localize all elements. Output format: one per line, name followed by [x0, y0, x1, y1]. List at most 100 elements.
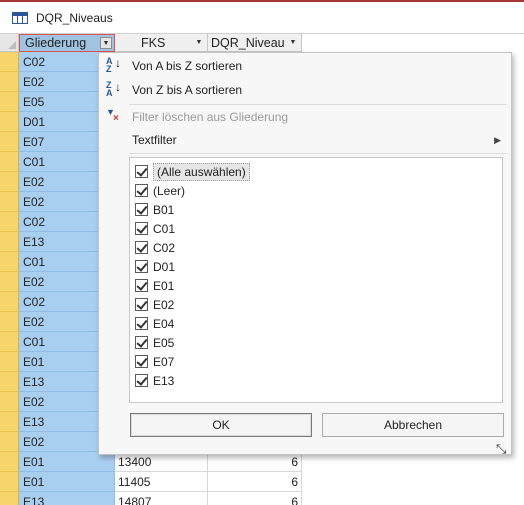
record-selector[interactable] — [0, 372, 19, 392]
column-header-label: FKS — [141, 35, 166, 50]
filter-option-label: E05 — [153, 335, 175, 350]
dropdown-arrow-icon[interactable]: ▼ — [100, 37, 112, 49]
record-selector[interactable] — [0, 472, 19, 492]
record-selector[interactable] — [0, 172, 19, 192]
checkbox[interactable] — [135, 355, 148, 368]
column-header-gliederung[interactable]: Gliederung ▼ — [19, 34, 115, 52]
filter-option-label: E01 — [153, 278, 175, 293]
checkbox[interactable] — [135, 165, 148, 178]
filter-option[interactable]: B01 — [135, 200, 174, 219]
sort-a-to-z-item[interactable]: A Z ↓ Von A bis Z sortieren — [99, 54, 511, 78]
record-selector[interactable] — [0, 152, 19, 172]
cell-dqr-niveau[interactable]: 6 — [208, 472, 302, 492]
ok-button[interactable]: OK — [130, 413, 312, 437]
sort-descending-icon: Z A ↓ — [106, 80, 121, 98]
cell-fks[interactable]: 13400 — [115, 452, 208, 472]
filter-option-label: E07 — [153, 354, 175, 369]
filter-option[interactable]: E05 — [135, 333, 174, 352]
record-selector-column — [0, 34, 19, 505]
filter-option-label: B01 — [153, 202, 175, 217]
record-selector[interactable] — [0, 212, 19, 232]
table-icon — [12, 12, 28, 24]
record-selector[interactable] — [0, 392, 19, 412]
filter-option[interactable]: C01 — [135, 219, 175, 238]
record-selector[interactable] — [0, 492, 19, 505]
menu-separator — [129, 153, 507, 154]
record-selector[interactable] — [0, 132, 19, 152]
chevron-right-icon: ▶ — [494, 134, 501, 145]
menu-item-label: Filter löschen aus Gliederung — [132, 110, 289, 124]
checkbox[interactable] — [135, 260, 148, 273]
menu-item-label: Textfilter — [132, 133, 177, 147]
clear-filter-item: ▼ × Filter löschen aus Gliederung — [99, 105, 511, 129]
filter-option-label: D01 — [153, 259, 176, 274]
filter-option-label: E02 — [153, 297, 175, 312]
record-selector[interactable] — [0, 252, 19, 272]
record-selector[interactable] — [0, 52, 19, 72]
checkbox[interactable] — [135, 184, 148, 197]
cell-gliederung[interactable]: E01 — [19, 452, 115, 472]
checkbox[interactable] — [135, 203, 148, 216]
filter-option[interactable]: C02 — [135, 238, 175, 257]
cell-fks[interactable]: 14807 — [115, 492, 208, 505]
cell-gliederung[interactable]: E13 — [19, 492, 115, 505]
sort-z-to-a-item[interactable]: Z A ↓ Von Z bis A sortieren — [99, 78, 511, 102]
filter-option-label: E04 — [153, 316, 175, 331]
checkbox[interactable] — [135, 241, 148, 254]
filter-dropdown-menu: A Z ↓ Von A bis Z sortieren Z A ↓ Von Z bis … — [98, 52, 512, 455]
cell-fks[interactable]: 11405 — [115, 472, 208, 492]
record-selector[interactable] — [0, 232, 19, 252]
cancel-button[interactable]: Abbrechen — [322, 413, 504, 437]
checkbox[interactable] — [135, 298, 148, 311]
document-tab[interactable]: DQR_Niveaus — [0, 0, 524, 34]
record-selector[interactable] — [0, 112, 19, 132]
text-filter-item[interactable]: Textfilter ▶ — [99, 128, 511, 152]
filter-option-label: C02 — [153, 240, 176, 255]
record-selector[interactable] — [0, 432, 19, 452]
checkbox[interactable] — [135, 374, 148, 387]
column-header-label: DQR_Niveau — [211, 35, 285, 50]
record-selector[interactable] — [0, 72, 19, 92]
record-selector[interactable] — [0, 312, 19, 332]
cell-gliederung[interactable]: E01 — [19, 472, 115, 492]
filter-option[interactable]: E01 — [135, 276, 174, 295]
record-selector[interactable] — [0, 412, 19, 432]
filter-option[interactable]: E13 — [135, 371, 174, 390]
filter-option[interactable]: E02 — [135, 295, 174, 314]
checkbox[interactable] — [135, 222, 148, 235]
cell-dqr-niveau[interactable]: 6 — [208, 492, 302, 505]
record-selector[interactable] — [0, 292, 19, 312]
cell-dqr-niveau[interactable]: 6 — [208, 452, 302, 472]
record-selector[interactable] — [0, 352, 19, 372]
filter-option-label: (Alle auswählen) — [153, 162, 250, 181]
filter-option-label: (Leer) — [153, 183, 186, 198]
checkbox[interactable] — [135, 279, 148, 292]
filter-option[interactable]: E07 — [135, 352, 174, 371]
column-header-label: Gliederung — [25, 36, 87, 50]
filter-option[interactable]: D01 — [135, 257, 175, 276]
record-selector[interactable] — [0, 332, 19, 352]
record-selector[interactable] — [0, 272, 19, 292]
checkbox[interactable] — [135, 317, 148, 330]
dropdown-arrow-icon[interactable]: ▼ — [287, 37, 299, 49]
filter-option[interactable]: (Leer) — [135, 181, 185, 200]
checkbox[interactable] — [135, 336, 148, 349]
document-title: DQR_Niveaus — [36, 11, 113, 25]
filter-option-label: C01 — [153, 221, 176, 236]
column-header-dqr-niveau[interactable]: DQR_Niveau ▼ — [208, 34, 302, 52]
menu-item-label: Von Z bis A sortieren — [132, 83, 243, 97]
filter-value-checklist[interactable]: (Alle auswählen) (Leer) B01 C01 C02 D01 E01 E02… — [129, 157, 503, 403]
select-all-corner[interactable] — [0, 34, 19, 52]
resize-grip-icon[interactable]: ⤡ — [496, 441, 514, 459]
record-selector[interactable] — [0, 452, 19, 472]
document-tab-bar: DQR_Niveaus — [0, 0, 524, 34]
filter-option[interactable]: E04 — [135, 314, 174, 333]
dropdown-arrow-icon[interactable]: ▼ — [193, 37, 205, 49]
filter-option[interactable]: (Alle auswählen) — [135, 162, 250, 181]
record-selector[interactable] — [0, 92, 19, 112]
record-selector[interactable] — [0, 192, 19, 212]
clear-filter-icon: ▼ × — [106, 107, 119, 124]
sort-ascending-icon: A Z ↓ — [106, 56, 121, 74]
column-header-fks[interactable]: FKS ▼ — [115, 34, 208, 52]
filter-option-label: E13 — [153, 373, 175, 388]
